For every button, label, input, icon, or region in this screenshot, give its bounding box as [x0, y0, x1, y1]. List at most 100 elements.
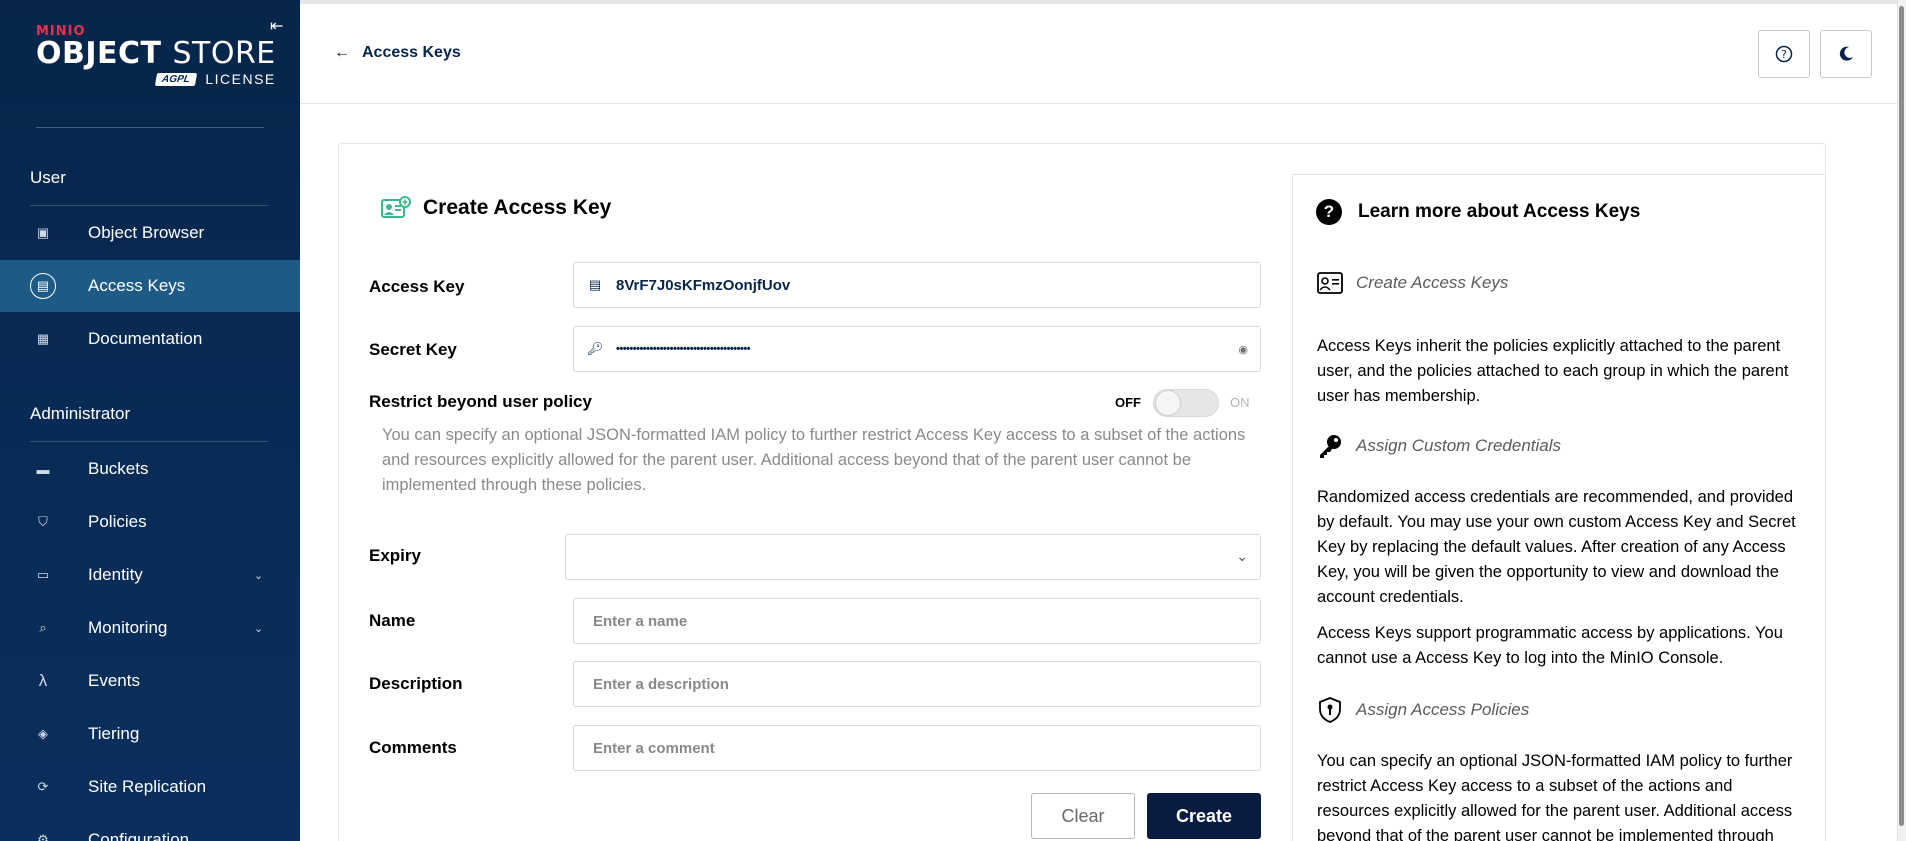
sidebar-item-access-keys[interactable]: ▤ Access Keys: [0, 260, 300, 312]
replication-icon: ⟳: [37, 779, 49, 794]
agpl-badge: AGPL: [154, 72, 197, 86]
shield-icon: [1316, 696, 1344, 724]
logo-license: LICENSE: [205, 71, 276, 87]
description-field[interactable]: Enter a description: [573, 661, 1261, 707]
show-password-icon[interactable]: ◉: [1238, 343, 1248, 356]
description-label: Description: [369, 674, 463, 693]
restrict-policy-label: Restrict beyond user policy: [369, 392, 592, 411]
expiry-label: Expiry: [369, 546, 421, 565]
help-section-heading: Create Access Keys: [1356, 273, 1509, 292]
create-button[interactable]: Create: [1147, 793, 1261, 839]
logo-product: OBJECT STORE: [36, 39, 276, 69]
shield-icon: ⛉: [38, 514, 48, 529]
sidebar-item-configuration[interactable]: ⚙ Configuration: [0, 814, 300, 841]
chevron-down-icon: ⌄: [1236, 548, 1248, 564]
back-link-label: Access Keys: [362, 44, 461, 61]
id-card-icon: [1316, 269, 1344, 297]
help-paragraph: Randomized access credentials are recomm…: [1317, 488, 1796, 606]
back-to-access-keys-link[interactable]: ← Access Keys: [334, 44, 461, 62]
access-key-field[interactable]: ▤ 8VrF7J0sKFmzOonjfUov: [573, 262, 1261, 308]
svg-text:?: ?: [1781, 48, 1787, 61]
monitoring-icon: ⌕: [39, 620, 47, 635]
help-paragraph: Access Keys support programmatic access …: [1317, 624, 1783, 667]
access-keys-icon: ▤: [30, 273, 56, 299]
sidebar-item-events[interactable]: λ Events: [0, 655, 300, 707]
comments-field[interactable]: Enter a comment: [573, 725, 1261, 771]
sidebar-item-label: Object Browser: [88, 223, 205, 242]
access-key-label: Access Key: [369, 277, 465, 296]
sidebar-item-policies[interactable]: ⛉ Policies: [0, 496, 300, 548]
help-section-policies: Assign Access Policies: [1316, 696, 1529, 724]
sidebar-item-label: Monitoring: [88, 618, 168, 637]
help-paragraph: Access Keys inherit the policies explici…: [1317, 337, 1789, 405]
logo-product-light: STORE: [172, 36, 276, 71]
help-section-heading: Assign Access Policies: [1356, 700, 1530, 719]
help-paragraph: You can specify an optional JSON-formatt…: [1317, 752, 1793, 841]
comments-placeholder: Enter a comment: [593, 739, 715, 757]
logo-product-bold: OBJECT: [36, 36, 162, 71]
sidebar-item-buckets[interactable]: ▬ Buckets: [0, 443, 300, 495]
identity-icon: ▭: [36, 567, 50, 582]
moon-icon: [1839, 46, 1853, 61]
clear-button[interactable]: Clear: [1031, 793, 1135, 839]
sidebar-item-object-browser[interactable]: ▣ Object Browser: [0, 207, 300, 259]
divider: [36, 127, 264, 128]
access-key-value: 8VrF7J0sKFmzOonjfUov: [616, 276, 791, 294]
lambda-icon: λ: [38, 671, 48, 690]
sidebar-item-label: Documentation: [88, 329, 203, 348]
comments-label: Comments: [369, 738, 457, 757]
sidebar-item-label: Identity: [88, 565, 143, 584]
documentation-icon: ▦: [36, 331, 50, 346]
restrict-policy-help: You can specify an optional JSON-formatt…: [382, 426, 1246, 494]
chevron-down-icon: ⌄: [254, 569, 264, 582]
help-circle-icon: ?: [1775, 45, 1793, 63]
page-header: ← Access Keys ?: [300, 4, 1906, 104]
create-access-key-icon: [381, 196, 411, 218]
layers-icon: ◈: [38, 726, 48, 741]
logo: MINIO OBJECT STORE AGPL LICENSE: [36, 24, 276, 87]
sidebar-item-label: Events: [88, 671, 140, 690]
theme-toggle-button[interactable]: [1820, 30, 1872, 78]
name-field[interactable]: Enter a name: [573, 598, 1261, 644]
name-label: Name: [369, 611, 416, 630]
sidebar-item-label: Buckets: [88, 459, 149, 478]
secret-key-field[interactable]: 🔑︎ •••••••••••••••••••••••••••••••••••••…: [573, 326, 1261, 372]
help-title: Learn more about Access Keys: [1358, 201, 1641, 222]
secret-key-value: ••••••••••••••••••••••••••••••••••••••••: [616, 343, 751, 355]
sidebar-item-identity[interactable]: ▭ Identity ⌄: [0, 549, 300, 601]
sidebar-item-monitoring[interactable]: ⌕ Monitoring ⌄: [0, 602, 300, 654]
help-section-heading: Assign Custom Credentials: [1356, 436, 1562, 455]
bucket-icon: ▬: [36, 461, 50, 477]
sidebar-item-documentation[interactable]: ▦ Documentation: [0, 313, 300, 365]
sidebar-item-label: Tiering: [88, 724, 140, 743]
sidebar-item-label: Configuration: [88, 830, 190, 841]
sidebar-item-label: Policies: [88, 512, 147, 531]
help-section-credentials: Assign Custom Credentials: [1316, 432, 1561, 460]
sidebar-item-site-replication[interactable]: ⟳ Site Replication: [0, 761, 300, 813]
divider: [30, 205, 268, 206]
toggle-on-label: ON: [1230, 395, 1250, 410]
description-placeholder: Enter a description: [593, 675, 729, 693]
name-placeholder: Enter a name: [593, 612, 688, 630]
form-header: Create Access Key: [381, 196, 611, 220]
form-title: Create Access Key: [423, 196, 612, 219]
help-header: ? Learn more about Access Keys: [1316, 199, 1640, 225]
object-browser-icon: ▣: [36, 225, 50, 240]
id-card-icon: ▤: [588, 277, 602, 292]
page-scrollbar-thumb[interactable]: [1899, 6, 1904, 826]
question-icon: ?: [1316, 199, 1342, 225]
key-icon: [1316, 432, 1344, 460]
divider: [30, 441, 268, 442]
sidebar: MINIO OBJECT STORE AGPL LICENSE ⇤ User ▣…: [0, 0, 300, 841]
toggle-knob[interactable]: [1155, 390, 1181, 416]
section-user: User: [30, 168, 66, 187]
sidebar-item-tiering[interactable]: ◈ Tiering: [0, 708, 300, 760]
gear-icon: ⚙: [37, 832, 49, 841]
expiry-select[interactable]: ⌄: [565, 534, 1261, 580]
logo-license-row: AGPL LICENSE: [36, 71, 276, 87]
arrow-left-icon: ←: [334, 44, 350, 61]
collapse-sidebar-icon[interactable]: ⇤: [270, 18, 288, 36]
key-icon: 🔑︎: [586, 341, 604, 356]
help-button[interactable]: ?: [1758, 30, 1810, 78]
help-section-create: Create Access Keys: [1316, 269, 1508, 297]
